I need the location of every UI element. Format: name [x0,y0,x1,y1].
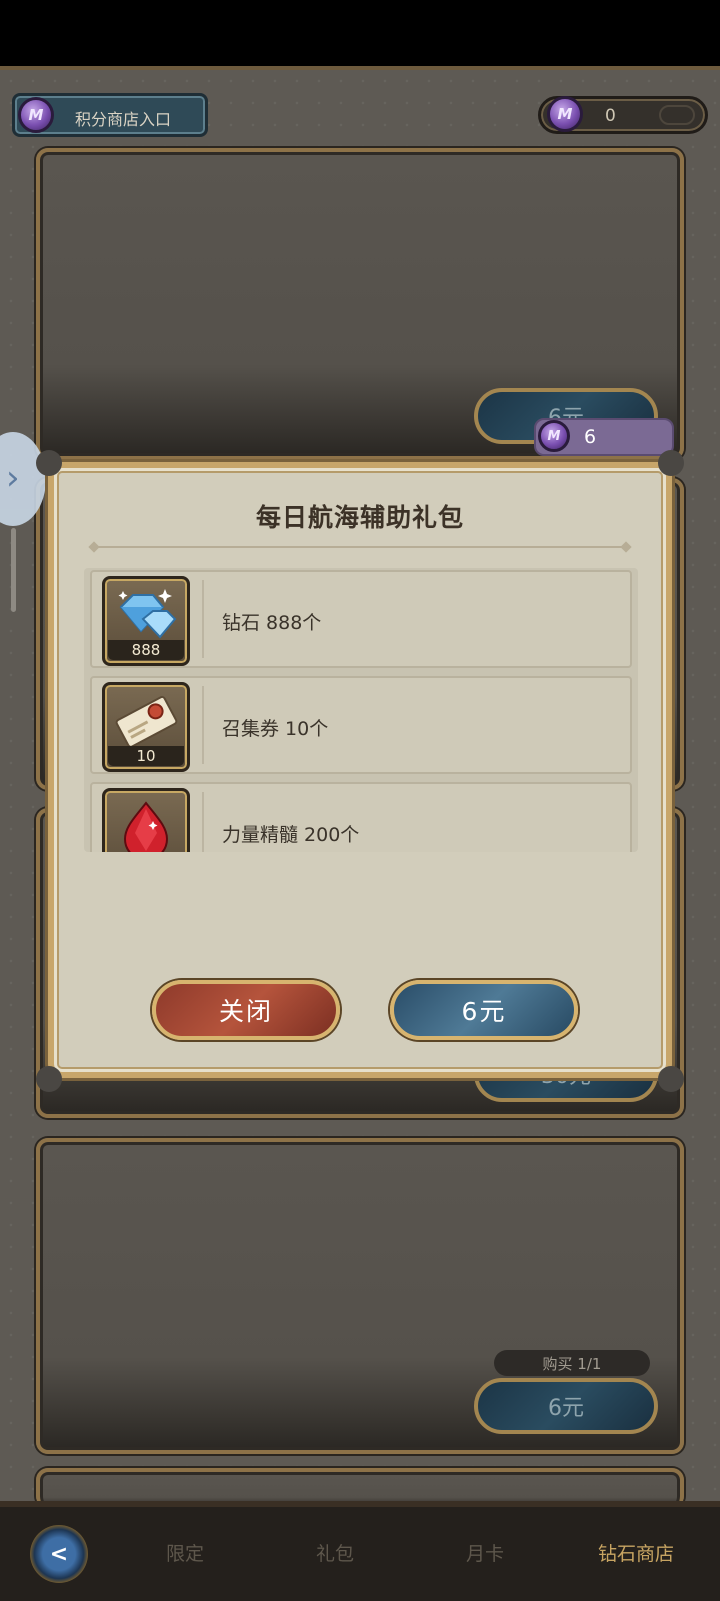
reward-qty: 888 [108,640,184,660]
points-reward-value: 6 [584,426,597,448]
buy-button[interactable]: 6元 [390,980,578,1040]
points-shop-entry-button[interactable]: M 积分商店入口 [12,93,208,137]
points-balance-value: 0 [605,106,616,126]
scrollbar[interactable] [11,528,16,612]
dialog-corner-ornament [658,450,684,476]
chain-ornament-icon [659,105,695,125]
reward-item: 力量精髓 200个 [90,782,632,852]
back-button[interactable]: < [30,1525,88,1583]
close-button[interactable]: 关闭 [152,980,340,1040]
row-divider [202,686,204,764]
dialog-corner-ornament [36,1066,62,1092]
reward-item-slot[interactable] [102,788,190,852]
points-balance: M 0 [538,96,708,134]
reward-name: 召集券 10个 [222,718,329,740]
row-divider [202,792,204,852]
points-reward-badge: M 6 [534,418,674,456]
power-essence-icon [123,801,169,852]
reward-name: 钻石 888个 [222,612,322,634]
reward-item: 10 召集券 10个 [90,676,632,774]
points-coin-icon: M [538,420,570,452]
pack-card[interactable]: 6元 [36,148,684,460]
reward-name: 力量精髓 200个 [222,824,360,846]
tab-gift-pack[interactable]: 礼包 [316,1539,354,1566]
dialog-corner-ornament [36,450,62,476]
summon-ticket-icon [115,696,178,748]
reward-item-slot[interactable]: 888 [102,576,190,666]
diamond-icon [118,589,177,639]
tab-diamond-shop[interactable]: 钻石商店 [598,1539,674,1566]
points-shop-entry-label: 积分商店入口 [75,110,172,129]
row-divider [202,580,204,658]
bottom-nav: < 限定 礼包 月卡 钻石商店 [0,1501,720,1601]
tab-limited[interactable]: 限定 [166,1539,204,1566]
dialog-title: 每日航海辅助礼包 [255,503,464,532]
reward-qty: 10 [108,746,184,766]
chevron-right-icon: › [6,458,20,498]
status-bar [0,0,720,66]
reward-item-slot[interactable]: 10 [102,682,190,772]
points-coin-icon: M [18,97,54,133]
pack-price-button[interactable]: 6元 [474,1378,658,1434]
chevron-left-icon: < [49,1541,69,1567]
dialog-corner-ornament [658,1066,684,1092]
purchase-limit-badge: 购买 1/1 [494,1350,650,1376]
pack-card[interactable]: 6元 [36,1138,684,1454]
points-coin-icon: M [547,96,583,132]
title-divider [94,546,626,548]
reward-list[interactable]: 888 钻石 888个 10 召集券 10个 力量精髓 200个 [84,568,638,852]
pack-detail-dialog: 每日航海辅助礼包 888 钻石 888个 10 召集券 10个 力量精髓 200… [48,462,672,1078]
reward-item: 888 钻石 888个 [90,570,632,668]
tab-monthly-card[interactable]: 月卡 [466,1539,504,1566]
